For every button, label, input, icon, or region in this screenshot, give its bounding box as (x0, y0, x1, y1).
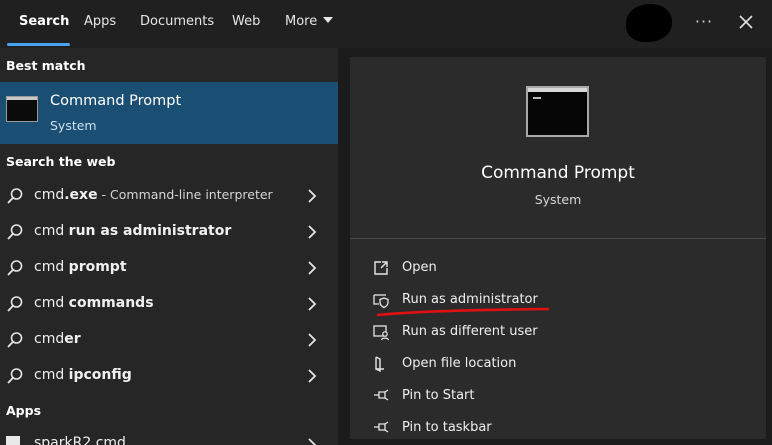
tab-more-label: More (285, 14, 318, 29)
top-bar: Search Apps Documents Web More ··· (0, 0, 772, 48)
list-item[interactable]: cmd commands (0, 286, 338, 322)
search-icon (7, 332, 23, 348)
web-suggestion-text: cmd commands (34, 295, 154, 311)
tab-more[interactable]: More (285, 0, 334, 48)
action-label: Run as administrator (402, 292, 538, 307)
pin-icon (374, 421, 389, 433)
chevron-right-icon (308, 369, 317, 383)
web-suggestion-text: cmd run as administrator (34, 223, 232, 239)
action-label: Pin to taskbar (402, 420, 492, 435)
web-suggestion-text: cmd prompt (34, 259, 127, 275)
search-icon (7, 368, 23, 384)
tab-web[interactable]: Web (232, 0, 260, 48)
search-icon (7, 296, 23, 312)
tab-documents[interactable]: Documents (140, 0, 214, 48)
pin-to-taskbar-action[interactable]: Pin to taskbar (350, 412, 766, 444)
list-item[interactable]: cmd.exe - Command-line interpreter (0, 178, 338, 214)
pin-icon (374, 389, 389, 401)
active-tab-indicator (7, 43, 70, 46)
action-label: Run as different user (402, 324, 538, 339)
action-label: Open (402, 260, 437, 275)
run-as-different-user-action[interactable]: Run as different user (350, 316, 766, 348)
search-web-heading: Search the web (6, 154, 116, 169)
web-suggestion-text: cmder (34, 331, 81, 347)
best-match-item[interactable]: Command Prompt System (0, 82, 338, 144)
search-icon (7, 188, 23, 204)
chevron-right-icon (308, 438, 317, 445)
pin-to-start-action[interactable]: Pin to Start (350, 380, 766, 412)
app-item-label: sparkR2.cmd (34, 435, 126, 445)
best-match-title: Command Prompt (50, 93, 182, 109)
chevron-right-icon (308, 225, 317, 239)
list-item[interactable]: cmd ipconfig (0, 358, 338, 394)
tab-apps[interactable]: Apps (84, 0, 116, 48)
user-icon (373, 325, 390, 341)
search-icon (7, 224, 23, 240)
action-label: Open file location (402, 356, 517, 371)
open-icon (374, 261, 388, 275)
chevron-right-icon (308, 333, 317, 347)
open-file-location-action[interactable]: Open file location (350, 348, 766, 380)
chevron-right-icon (308, 297, 317, 311)
chevron-right-icon (308, 189, 317, 203)
ellipsis-icon[interactable]: ··· (691, 10, 717, 36)
open-action[interactable]: Open (350, 252, 766, 284)
close-icon[interactable] (735, 11, 757, 33)
tab-search[interactable]: Search (19, 0, 69, 48)
apps-heading: Apps (6, 403, 42, 418)
best-match-subtitle: System (50, 118, 97, 133)
search-icon (7, 260, 23, 276)
divider (350, 238, 766, 239)
list-item[interactable]: cmd prompt (0, 250, 338, 286)
preview-subtitle: System (534, 192, 582, 207)
chevron-right-icon (308, 261, 317, 275)
file-icon (6, 436, 20, 445)
avatar[interactable] (626, 4, 672, 42)
list-item[interactable]: cmd run as administrator (0, 214, 338, 250)
command-prompt-icon (6, 96, 38, 122)
list-item[interactable]: sparkR2.cmd (0, 430, 338, 445)
list-item[interactable]: cmder (0, 322, 338, 358)
web-suggestion-text: cmd.exe - Command-line interpreter (34, 187, 273, 203)
preview-title: Command Prompt (481, 163, 635, 183)
command-prompt-icon (526, 86, 589, 137)
action-label: Pin to Start (402, 388, 475, 403)
chevron-down-icon (323, 17, 334, 23)
folder-icon (375, 356, 384, 373)
best-match-heading: Best match (6, 58, 86, 73)
web-suggestion-text: cmd ipconfig (34, 367, 132, 383)
